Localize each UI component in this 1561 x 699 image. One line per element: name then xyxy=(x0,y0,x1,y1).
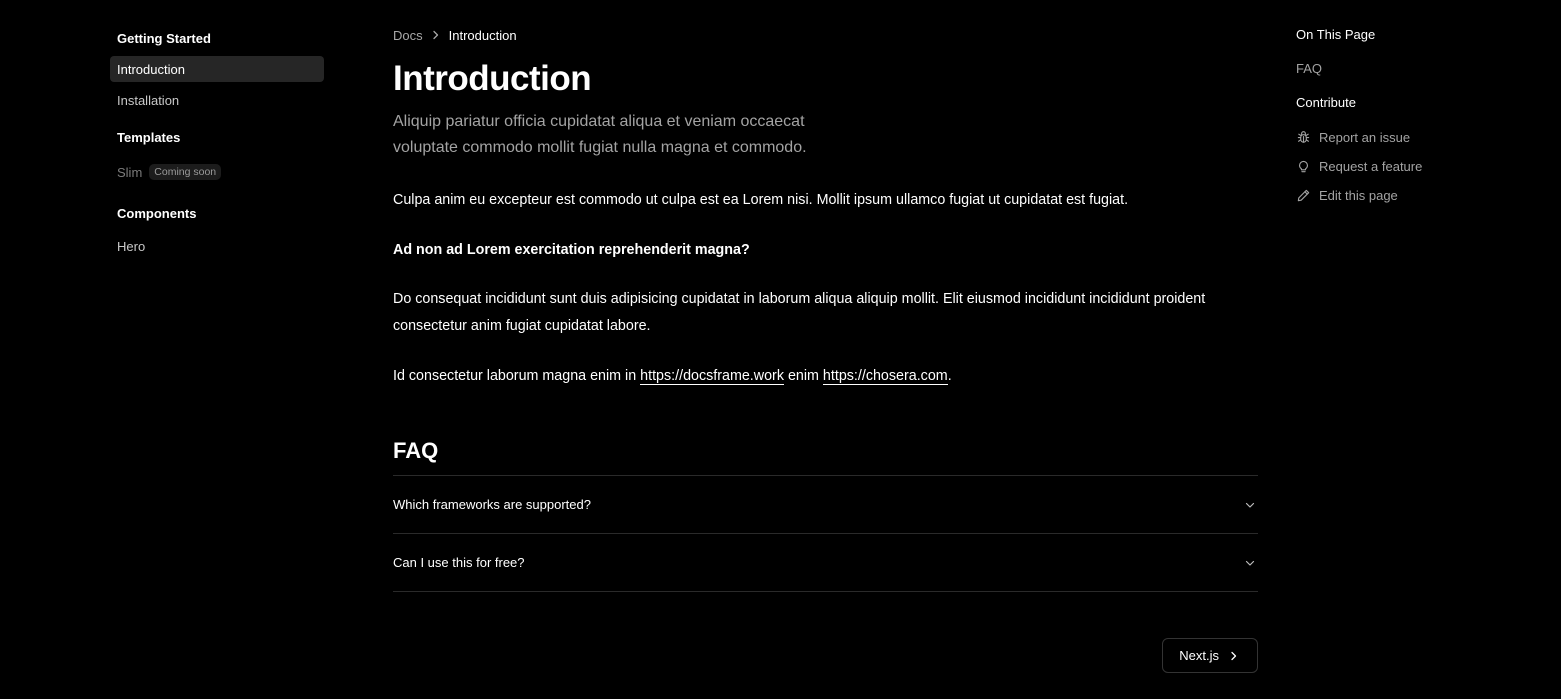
table-of-contents: On This Page FAQ Contribute Report an is… xyxy=(1296,26,1516,204)
docsframe-link[interactable]: https://docsframe.work xyxy=(640,368,784,385)
pencil-icon xyxy=(1297,189,1310,201)
toc-title: On This Page xyxy=(1296,27,1376,42)
faq-item[interactable]: Can I use this for free? xyxy=(393,534,1258,592)
chevron-down-icon xyxy=(1244,557,1256,569)
faq-question: Which frameworks are supported? xyxy=(393,497,591,512)
sidebar-item-slim: Slim Coming soon xyxy=(110,159,324,185)
sidebar-item-label: Hero xyxy=(117,238,146,254)
faq-accordion: Which frameworks are supported? Can I us… xyxy=(393,475,1258,592)
paragraph-with-links: Id consectetur laborum magna enim in htt… xyxy=(393,363,1258,390)
lightbulb-icon xyxy=(1299,160,1308,172)
page-title: Introduction xyxy=(393,59,592,98)
chevron-down-icon xyxy=(1244,499,1256,511)
paragraph-text: . xyxy=(947,368,952,384)
bug-icon xyxy=(1297,130,1310,143)
sidebar-item-hero[interactable]: Hero xyxy=(110,233,324,259)
sidebar-group-title-getting-started: Getting Started xyxy=(117,31,211,46)
edit-page-link[interactable]: Edit this page xyxy=(1296,186,1516,204)
sidebar-item-installation[interactable]: Installation xyxy=(110,87,324,113)
chevron-right-icon xyxy=(1229,651,1239,661)
main-content: Docs Introduction Introduction Aliquip p… xyxy=(393,26,1258,673)
paragraph-text: Id consectetur laborum magna enim in xyxy=(393,368,641,384)
next-page-button[interactable]: Next.js xyxy=(1162,638,1258,673)
sidebar-item-label: Slim xyxy=(117,164,143,180)
coming-soon-badge: Coming soon xyxy=(149,164,222,180)
request-feature-link[interactable]: Request a feature xyxy=(1296,157,1516,175)
sidebar-nav: Getting Started Introduction Installatio… xyxy=(110,30,324,259)
report-issue-link[interactable]: Report an issue xyxy=(1296,128,1516,146)
sidebar-group-title-templates: Templates xyxy=(117,130,181,145)
edit-page-label: Edit this page xyxy=(1319,187,1398,203)
sidebar-group-title-components: Components xyxy=(117,206,197,221)
next-page-label: Next.js xyxy=(1179,648,1219,663)
sidebar-item-introduction[interactable]: Introduction xyxy=(110,56,324,82)
request-feature-label: Request a feature xyxy=(1319,158,1423,174)
paragraph: Culpa anim eu excepteur est commodo ut c… xyxy=(393,192,1129,208)
breadcrumb: Docs Introduction xyxy=(393,26,1258,44)
paragraph: Do consequat incididunt sunt duis adipis… xyxy=(393,291,1206,334)
report-issue-label: Report an issue xyxy=(1319,129,1411,145)
paragraph-text: enim xyxy=(783,368,823,384)
question-heading: Ad non ad Lorem exercitation reprehender… xyxy=(393,242,750,258)
chosera-link[interactable]: https://chosera.com xyxy=(822,368,948,385)
chevron-right-icon xyxy=(431,30,441,40)
pagination: Next.js xyxy=(393,638,1258,673)
breadcrumb-docs-link[interactable]: Docs xyxy=(393,28,423,43)
page-subtitle: Aliquip pariatur officia cupidatat aliqu… xyxy=(393,113,807,156)
faq-question: Can I use this for free? xyxy=(393,555,525,570)
breadcrumb-current: Introduction xyxy=(448,27,517,43)
docs-page: Getting Started Introduction Installatio… xyxy=(0,0,1561,699)
sidebar-item-label: Installation xyxy=(117,92,180,108)
faq-item[interactable]: Which frameworks are supported? xyxy=(393,476,1258,534)
toc-link-faq[interactable]: FAQ xyxy=(1296,60,1516,78)
sidebar-item-label: Introduction xyxy=(117,61,185,77)
contribute-title: Contribute xyxy=(1296,95,1356,110)
faq-heading: FAQ xyxy=(393,438,439,463)
